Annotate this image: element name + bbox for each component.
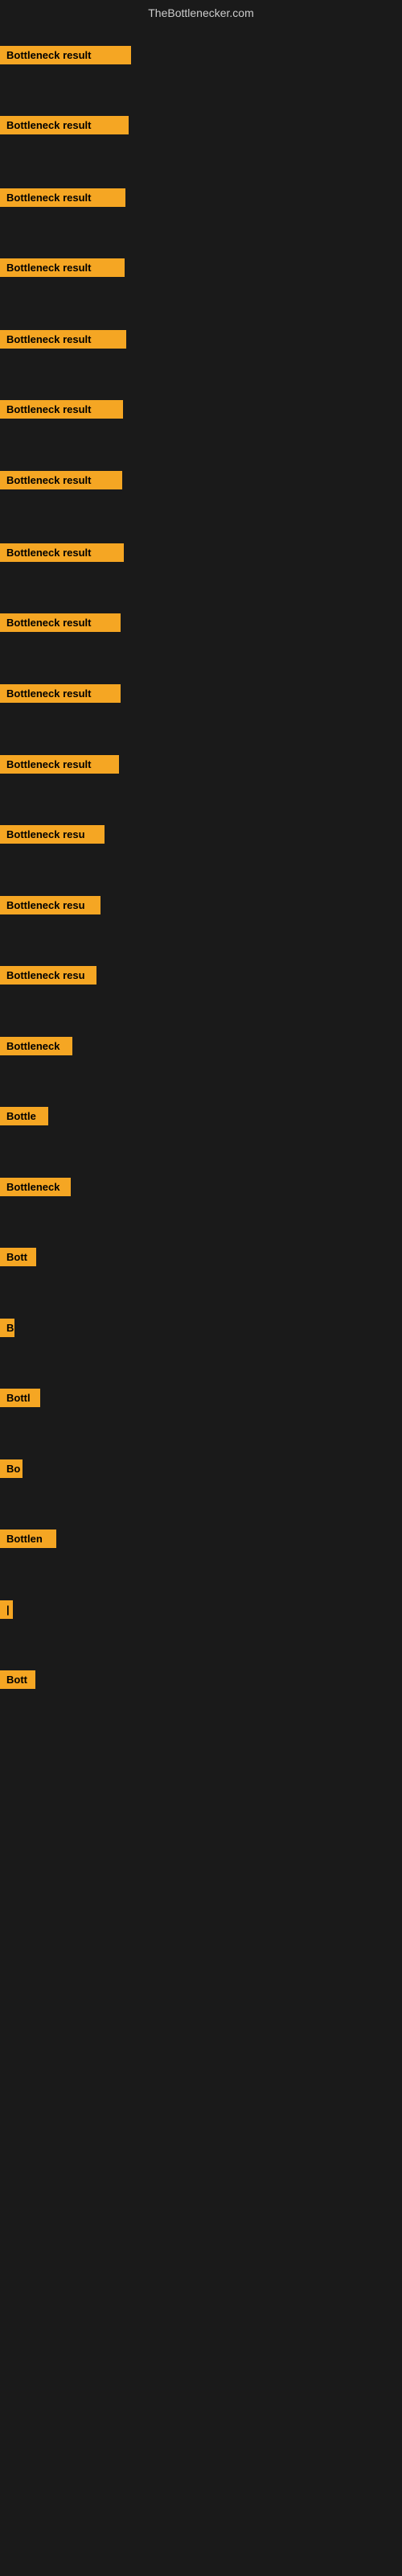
bottleneck-result-label-19: B xyxy=(0,1319,14,1337)
bottleneck-result-label-15: Bottleneck xyxy=(0,1037,72,1055)
bottleneck-result-label-18: Bott xyxy=(0,1248,36,1266)
bottleneck-result-label-16: Bottle xyxy=(0,1107,48,1125)
bottleneck-result-label-2: Bottleneck result xyxy=(0,116,129,134)
bottleneck-result-label-22: Bottlen xyxy=(0,1530,56,1548)
site-title: TheBottlenecker.com xyxy=(0,0,402,26)
bottleneck-result-label-4: Bottleneck result xyxy=(0,258,125,277)
bottleneck-result-label-13: Bottleneck resu xyxy=(0,896,100,914)
bottleneck-result-label-8: Bottleneck result xyxy=(0,543,124,562)
bottleneck-result-label-20: Bottl xyxy=(0,1389,40,1407)
bottleneck-result-label-6: Bottleneck result xyxy=(0,400,123,419)
bottleneck-result-label-5: Bottleneck result xyxy=(0,330,126,349)
bottleneck-result-label-9: Bottleneck result xyxy=(0,613,121,632)
bottleneck-result-label-24: Bott xyxy=(0,1670,35,1689)
bottleneck-result-label-7: Bottleneck result xyxy=(0,471,122,489)
bottleneck-result-label-1: Bottleneck result xyxy=(0,46,131,64)
bottleneck-result-label-17: Bottleneck xyxy=(0,1178,71,1196)
bottleneck-result-label-11: Bottleneck result xyxy=(0,755,119,774)
bottleneck-result-label-3: Bottleneck result xyxy=(0,188,125,207)
bottleneck-result-label-21: Bo xyxy=(0,1459,23,1478)
bottleneck-result-label-12: Bottleneck resu xyxy=(0,825,105,844)
bottleneck-result-label-23: | xyxy=(0,1600,13,1619)
bottleneck-result-label-10: Bottleneck result xyxy=(0,684,121,703)
bottleneck-result-label-14: Bottleneck resu xyxy=(0,966,96,985)
